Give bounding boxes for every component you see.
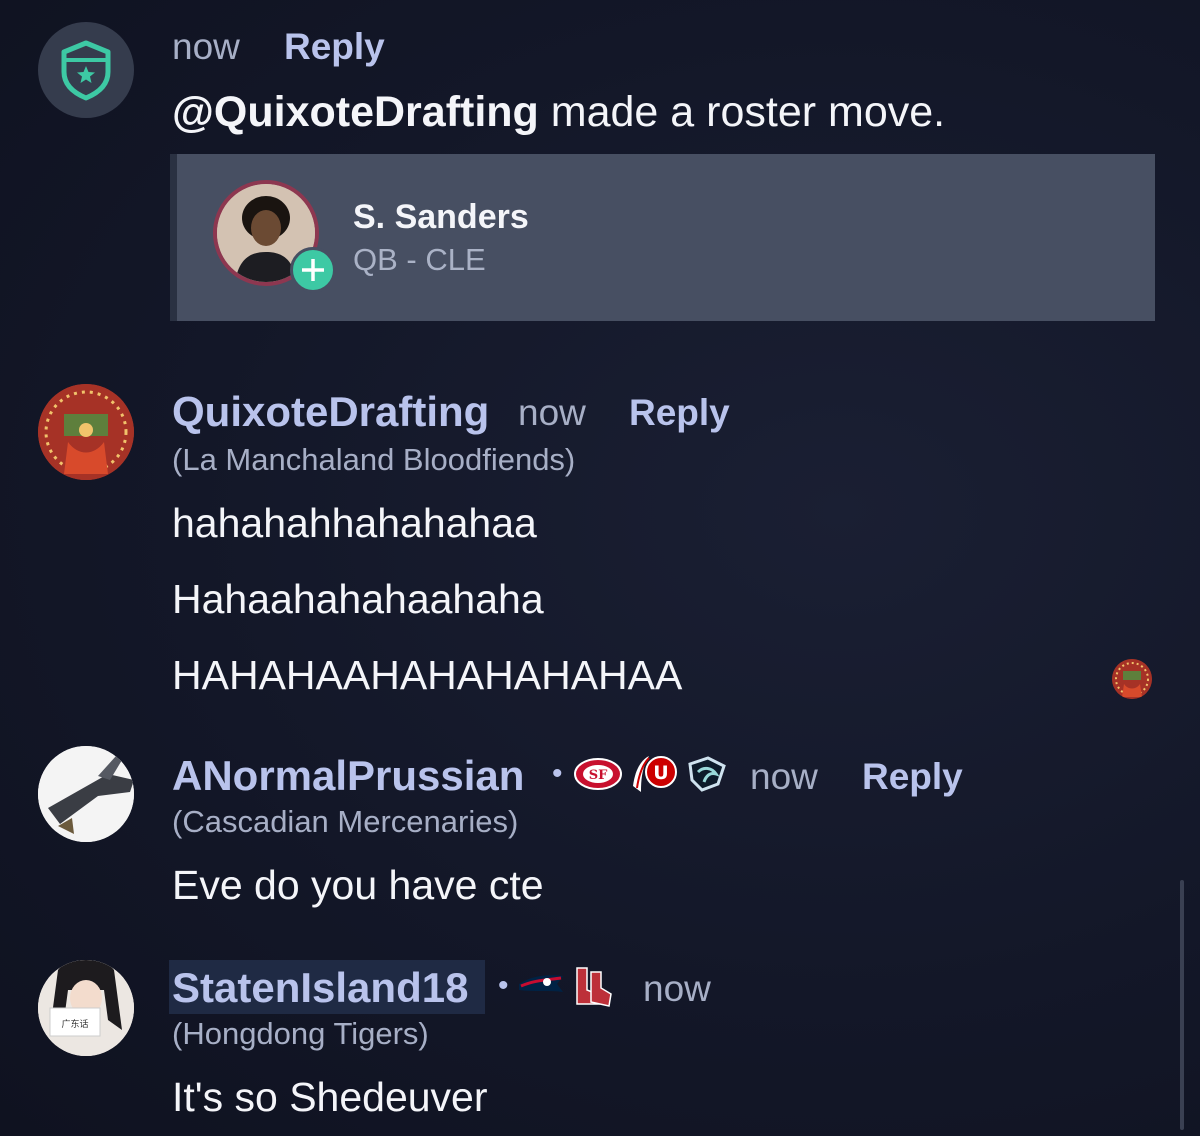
comment-line: hahahahhahahahaa [172, 500, 537, 546]
reply-button[interactable]: Reply [629, 392, 730, 434]
svg-text:广东话: 广东话 [61, 1018, 88, 1030]
comment-line: HAHAHAAHAHAHAHAHAA [172, 652, 683, 698]
post-text: @QuixoteDrafting made a roster move. [172, 88, 945, 137]
comment-line: Eve do you have cte [172, 862, 544, 908]
player-position: QB - CLE [353, 242, 486, 277]
patriots-logo [518, 975, 563, 992]
comment-team: (La Manchaland Bloodfiends) [172, 442, 576, 477]
utah-utes-logo: U [633, 756, 678, 792]
post-message: made a roster move. [550, 88, 946, 136]
system-avatar [38, 22, 134, 118]
seattle-kraken-logo [688, 756, 726, 792]
comment-username[interactable]: ANormalPrussian [172, 752, 524, 800]
player-name[interactable]: S. Sanders [353, 198, 529, 237]
comment-line: Hahaahahahaahaha [172, 576, 544, 622]
scrollbar[interactable] [1180, 880, 1184, 1130]
comment-username[interactable]: QuixoteDrafting [172, 388, 489, 436]
reply-button[interactable]: Reply [862, 756, 963, 798]
avatar[interactable] [38, 746, 134, 842]
avatar[interactable] [38, 384, 134, 480]
read-receipt-avatar [1112, 659, 1152, 699]
post-timestamp: now [172, 26, 240, 67]
avatar[interactable]: 广东话 [38, 960, 134, 1056]
red-sox-logo [576, 967, 613, 1007]
comment-team: (Cascadian Mercenaries) [172, 804, 519, 839]
comment-timestamp: now [643, 968, 711, 1009]
49ers-logo: SF [573, 758, 622, 790]
roster-move-card[interactable]: S. Sanders QB - CLE [170, 154, 1155, 321]
team-badges: • [498, 964, 613, 1010]
shield-star-icon [61, 40, 111, 101]
comment-team: (Hongdong Tigers) [172, 1016, 429, 1051]
svg-text:U: U [654, 762, 669, 784]
comment-username[interactable]: StatenIsland18 [172, 964, 468, 1012]
plus-icon[interactable] [290, 247, 336, 293]
comment-timestamp: now [518, 392, 586, 433]
separator-dot: • [552, 757, 563, 790]
comment-line: It's so Shedeuver [172, 1074, 488, 1120]
separator-dot: • [498, 969, 509, 1002]
reply-button[interactable]: Reply [284, 26, 385, 68]
svg-text:SF: SF [589, 768, 608, 783]
comment-timestamp: now [750, 756, 818, 797]
mention-link[interactable]: @QuixoteDrafting [172, 88, 539, 136]
team-badges: • SF U [552, 752, 730, 798]
